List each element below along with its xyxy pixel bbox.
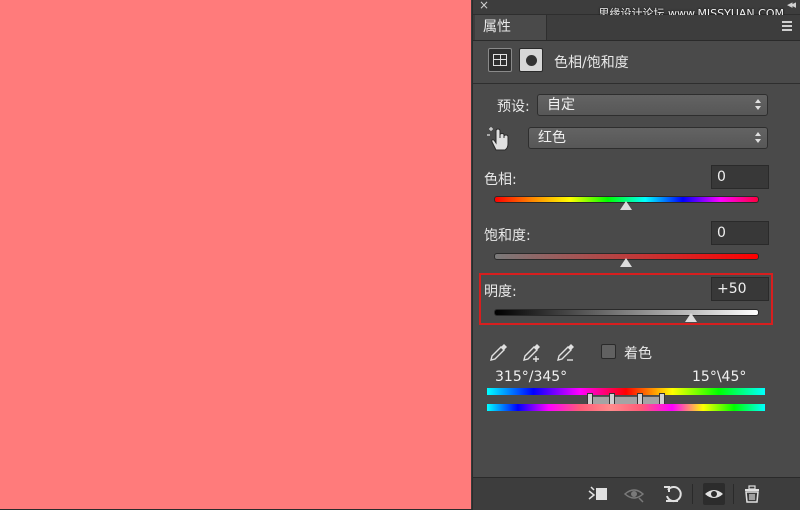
collapse-icon[interactable]: ◂◂: [787, 0, 796, 11]
toolbar-separator: [733, 484, 734, 504]
channel-value: 红色: [538, 130, 566, 146]
select-arrows-icon: [755, 131, 761, 145]
select-arrows-icon: [755, 98, 761, 112]
hue-value-field[interactable]: 0: [711, 165, 769, 189]
hue-slider-thumb[interactable]: [619, 201, 632, 210]
toolbar-separator: [692, 484, 693, 504]
saturation-slider-thumb[interactable]: [619, 258, 632, 267]
close-icon[interactable]: ×: [479, 0, 489, 12]
channel-select[interactable]: 红色: [528, 127, 768, 149]
range-left-label: 315°/345°: [495, 369, 568, 385]
eyedropper-icon[interactable]: [488, 341, 510, 363]
lightness-label: 明度:: [484, 284, 517, 300]
preset-label: 预设:: [497, 99, 530, 115]
panel-menu-icon[interactable]: [782, 21, 792, 33]
hand-targeted-adjust-icon[interactable]: [487, 126, 511, 152]
tab-properties[interactable]: 属性: [475, 15, 547, 40]
colorize-label: 着色: [624, 346, 652, 362]
input-spectrum-bar: [487, 388, 765, 395]
saturation-value-field[interactable]: 0: [711, 221, 769, 245]
view-previous-icon[interactable]: [623, 483, 645, 505]
lightness-value-field[interactable]: +50: [711, 277, 769, 301]
lightness-slider-track[interactable]: [494, 309, 759, 316]
adjustment-header: 色相/饱和度: [473, 41, 800, 84]
eyedropper-add-icon[interactable]: [521, 341, 543, 363]
panel-tab-row: 属性: [473, 15, 800, 41]
preset-value: 自定: [547, 97, 575, 113]
eyedropper-subtract-icon[interactable]: [555, 341, 577, 363]
saturation-label: 饱和度:: [484, 228, 531, 244]
output-spectrum-bar: [487, 404, 765, 411]
clip-to-layer-icon[interactable]: [587, 483, 609, 505]
panel-bottom-toolbar: [473, 477, 800, 510]
preset-select[interactable]: 自定: [537, 94, 768, 116]
document-canvas[interactable]: [0, 0, 472, 509]
lightness-slider-thumb[interactable]: [685, 313, 698, 322]
trash-icon[interactable]: [741, 483, 763, 505]
hue-saturation-icon[interactable]: [488, 48, 512, 72]
hue-label: 色相:: [484, 172, 517, 188]
adjustment-title: 色相/饱和度: [554, 55, 629, 71]
properties-panel: × ◂◂ 思缘设计论坛 www.MISSYUAN.COM 属性 色相/饱和度 预…: [473, 0, 800, 510]
reset-icon[interactable]: [662, 483, 684, 505]
mask-icon[interactable]: [519, 48, 543, 72]
colorize-checkbox[interactable]: [601, 344, 616, 359]
range-right-label: 15°\45°: [692, 369, 747, 385]
eye-icon[interactable]: [703, 483, 725, 505]
